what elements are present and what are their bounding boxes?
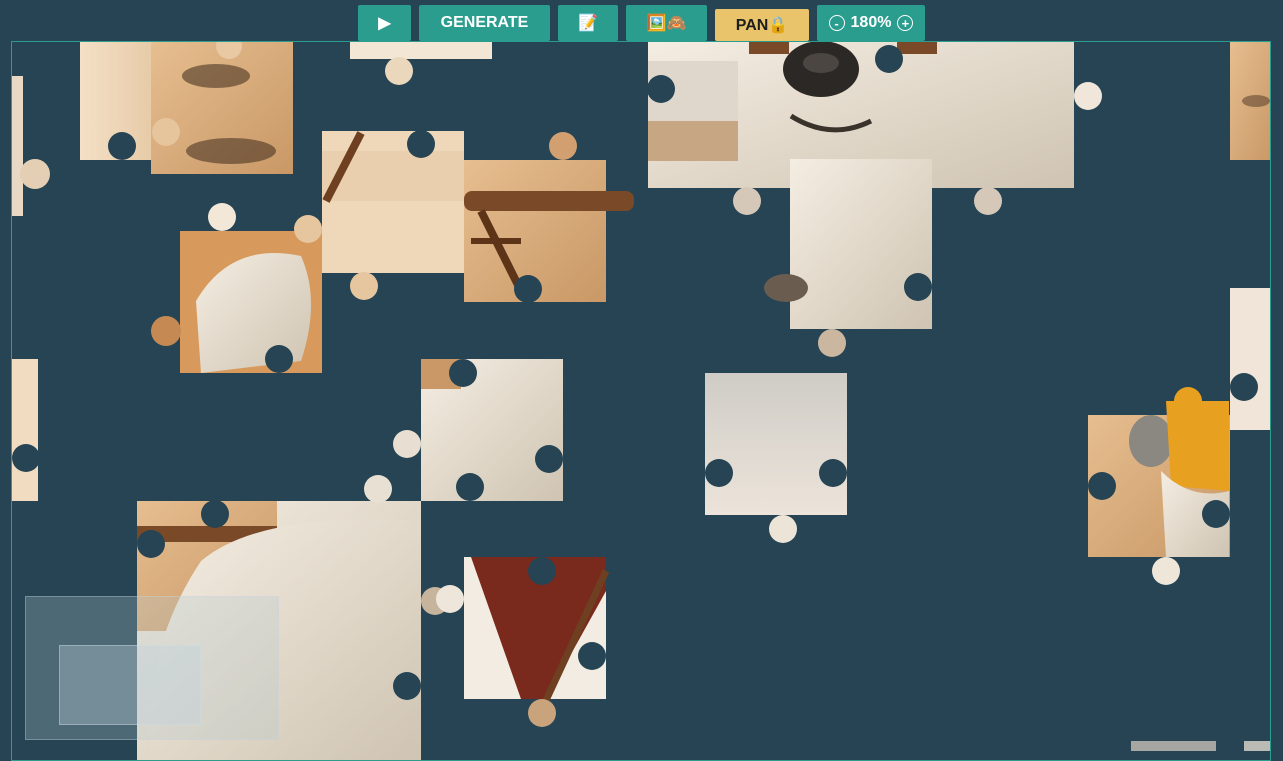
preview-toggle-button[interactable]: 🖼️🙈 (626, 5, 707, 41)
puzzle-piece[interactable] (80, 42, 293, 174)
puzzle-piece[interactable] (1230, 42, 1271, 160)
zoom-control: - 180% + (817, 5, 925, 41)
play-button[interactable]: ▶ (358, 5, 411, 41)
puzzle-piece[interactable] (393, 359, 563, 501)
puzzle-piece[interactable] (12, 76, 50, 216)
puzzle-piece[interactable] (1230, 288, 1271, 430)
notes-button[interactable]: 📝 (558, 5, 618, 41)
zoom-out-button[interactable]: - (828, 15, 845, 31)
puzzle-piece[interactable] (436, 557, 610, 727)
puzzle-piece[interactable] (1088, 387, 1230, 585)
minimap-viewport[interactable] (59, 645, 201, 725)
puzzle-piece[interactable] (464, 132, 634, 303)
zoom-level: 180% (850, 14, 892, 31)
puzzle-piece[interactable] (350, 42, 492, 85)
zoom-in-button[interactable]: + (897, 15, 914, 31)
generate-button[interactable]: GENERATE (419, 5, 550, 41)
puzzle-piece[interactable] (12, 359, 40, 501)
puzzle-piece[interactable] (705, 373, 847, 543)
pan-lock-button[interactable]: PAN🔒 (715, 9, 809, 41)
puzzle-board[interactable] (11, 41, 1271, 761)
puzzle-piece[interactable] (764, 159, 932, 357)
